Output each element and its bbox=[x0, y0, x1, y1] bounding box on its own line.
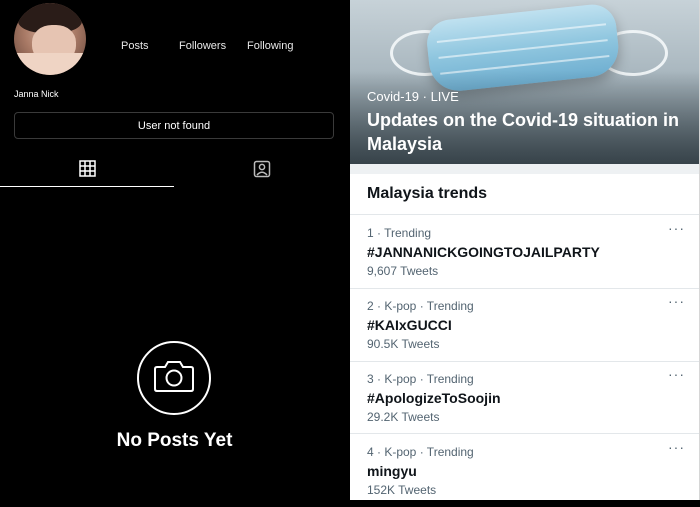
trend-item-3[interactable]: 3 · K-pop · Trending #ApologizeToSoojin … bbox=[350, 362, 700, 434]
trend-count: 9,607 Tweets bbox=[367, 264, 439, 278]
avatar-arm bbox=[14, 53, 86, 75]
mask-pleat bbox=[436, 23, 607, 43]
empty-state-camera bbox=[137, 341, 211, 415]
trend-topic[interactable]: #ApologizeToSoojin bbox=[367, 390, 501, 406]
more-options-icon[interactable]: ··· bbox=[668, 439, 685, 455]
section-gap bbox=[350, 164, 700, 174]
camera-icon bbox=[153, 359, 195, 398]
grid-icon bbox=[78, 160, 96, 182]
trend-topic[interactable]: #KAIxGUCCI bbox=[367, 317, 452, 333]
trend-item-4[interactable]: 4 · K-pop · Trending mingyu 152K Tweets … bbox=[350, 435, 700, 507]
avatar[interactable] bbox=[14, 3, 86, 75]
active-tab-indicator bbox=[0, 186, 174, 187]
trend-meta: 1 · Trending bbox=[367, 226, 432, 240]
more-options-icon[interactable]: ··· bbox=[668, 220, 685, 236]
divider bbox=[350, 433, 700, 434]
followers-stat[interactable]: Followers bbox=[179, 40, 226, 52]
trend-item-1[interactable]: 1 · Trending #JANNANICKGOINGTOJAILPARTY … bbox=[350, 216, 700, 288]
trend-topic[interactable]: mingyu bbox=[367, 463, 417, 479]
trend-meta: 4 · K-pop · Trending bbox=[367, 445, 474, 459]
more-options-icon[interactable]: ··· bbox=[668, 293, 685, 309]
user-not-found-button[interactable]: User not found bbox=[14, 112, 334, 139]
trend-topic[interactable]: #JANNANICKGOINGTOJAILPARTY bbox=[367, 244, 600, 260]
no-posts-text: No Posts Yet bbox=[116, 430, 233, 451]
trend-count: 152K Tweets bbox=[367, 483, 437, 497]
trends-panel: Covid-19 · LIVE Updates on the Covid-19 … bbox=[350, 0, 700, 500]
trend-meta: 2 · K-pop · Trending bbox=[367, 299, 474, 313]
tagged-person-icon bbox=[253, 160, 271, 183]
following-stat[interactable]: Following bbox=[247, 40, 293, 52]
trends-heading: Malaysia trends bbox=[367, 185, 488, 202]
mask-pleat bbox=[438, 39, 608, 59]
tab-tagged[interactable] bbox=[175, 155, 349, 187]
profile-panel: Posts Followers Following Janna Nick Use… bbox=[0, 0, 349, 500]
more-options-icon[interactable]: ··· bbox=[668, 366, 685, 382]
profile-username: Janna Nick bbox=[14, 89, 59, 99]
trend-count: 90.5K Tweets bbox=[367, 337, 440, 351]
hero-title[interactable]: Updates on the Covid-19 situation in Mal… bbox=[367, 108, 687, 156]
posts-stat[interactable]: Posts bbox=[121, 40, 149, 52]
trend-item-2[interactable]: 2 · K-pop · Trending #KAIxGUCCI 90.5K Tw… bbox=[350, 289, 700, 361]
covid-hero-card[interactable]: Covid-19 · LIVE Updates on the Covid-19 … bbox=[350, 0, 700, 164]
divider bbox=[350, 214, 700, 215]
trend-count: 29.2K Tweets bbox=[367, 410, 440, 424]
trend-meta: 3 · K-pop · Trending bbox=[367, 372, 474, 386]
tab-posts-grid[interactable] bbox=[0, 155, 174, 187]
hero-kicker: Covid-19 · LIVE bbox=[367, 89, 459, 104]
